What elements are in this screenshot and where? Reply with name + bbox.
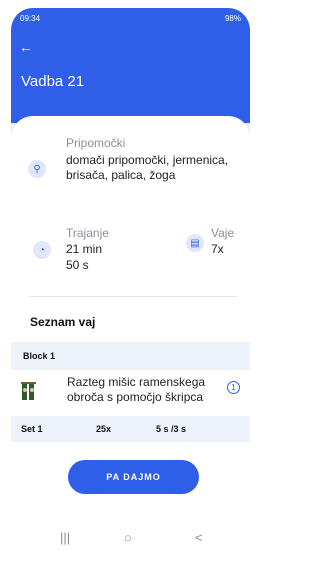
status-bar: 09:34 98% bbox=[20, 12, 241, 26]
timer-icon: ◔ bbox=[33, 241, 51, 259]
set-time: 5 s /3 s bbox=[156, 424, 187, 434]
exercise-thumbnail bbox=[21, 382, 36, 400]
exercise-row[interactable]: Razteg mišic ramenskega obroča s pomočjo… bbox=[11, 370, 250, 414]
duration-info: Trajanje 21 min 50 s bbox=[66, 226, 109, 272]
set-reps: 25x bbox=[96, 424, 112, 434]
equipment-info: Pripomočki domači pripomočki, jermenica,… bbox=[66, 136, 231, 183]
block-header: Block 1 bbox=[11, 342, 250, 370]
page-title: Vadba 21 bbox=[21, 73, 85, 90]
recent-apps-icon[interactable]: ||| bbox=[60, 530, 70, 545]
status-time: 09:34 bbox=[20, 14, 41, 23]
section-title: Seznam vaj bbox=[30, 315, 96, 329]
set-row: Set 1 25x 5 s /3 s bbox=[11, 416, 250, 442]
status-battery: 98% bbox=[224, 14, 241, 23]
duration-label: Trajanje bbox=[66, 226, 109, 240]
header: 09:34 98% ← Vadba 21 bbox=[11, 8, 250, 123]
arrow-left-icon: ← bbox=[19, 39, 33, 55]
start-button-label: PA DAJMO bbox=[106, 472, 161, 482]
details-card: ⚲ Pripomočki domači pripomočki, jermenic… bbox=[11, 116, 250, 476]
screen: 09:34 98% ← Vadba 21 ⚲ Pripomočki domači… bbox=[11, 8, 250, 554]
system-navbar: ||| ○ < bbox=[11, 521, 250, 554]
start-button[interactable]: PA DAJMO bbox=[68, 460, 199, 494]
block-label: Block 1 bbox=[23, 351, 56, 361]
clipboard-icon: ▤ bbox=[186, 234, 204, 252]
home-icon[interactable]: ○ bbox=[124, 530, 132, 545]
equipment-icon: ⚲ bbox=[28, 160, 46, 178]
exercises-label: Vaje bbox=[211, 226, 235, 240]
back-button[interactable]: ← bbox=[19, 40, 33, 54]
divider bbox=[29, 296, 237, 297]
exercises-info: Vaje 7x bbox=[211, 226, 234, 256]
duration-value-line2: 50 s bbox=[66, 258, 89, 272]
equipment-label: Pripomočki bbox=[66, 136, 126, 150]
phone-frame: 09:34 98% ← Vadba 21 ⚲ Pripomočki domači… bbox=[0, 0, 260, 562]
exercise-name: Razteg mišic ramenskega obroča s pomočjo… bbox=[67, 375, 206, 404]
exercises-value: 7x bbox=[211, 242, 224, 256]
back-nav-icon[interactable]: < bbox=[195, 530, 203, 545]
duration-value-line1: 21 min bbox=[66, 242, 103, 256]
set-label: Set 1 bbox=[21, 424, 43, 434]
equipment-value: domači pripomočki, jermenica, brisača, p… bbox=[66, 153, 229, 182]
info-icon[interactable]: 1 bbox=[227, 381, 240, 394]
